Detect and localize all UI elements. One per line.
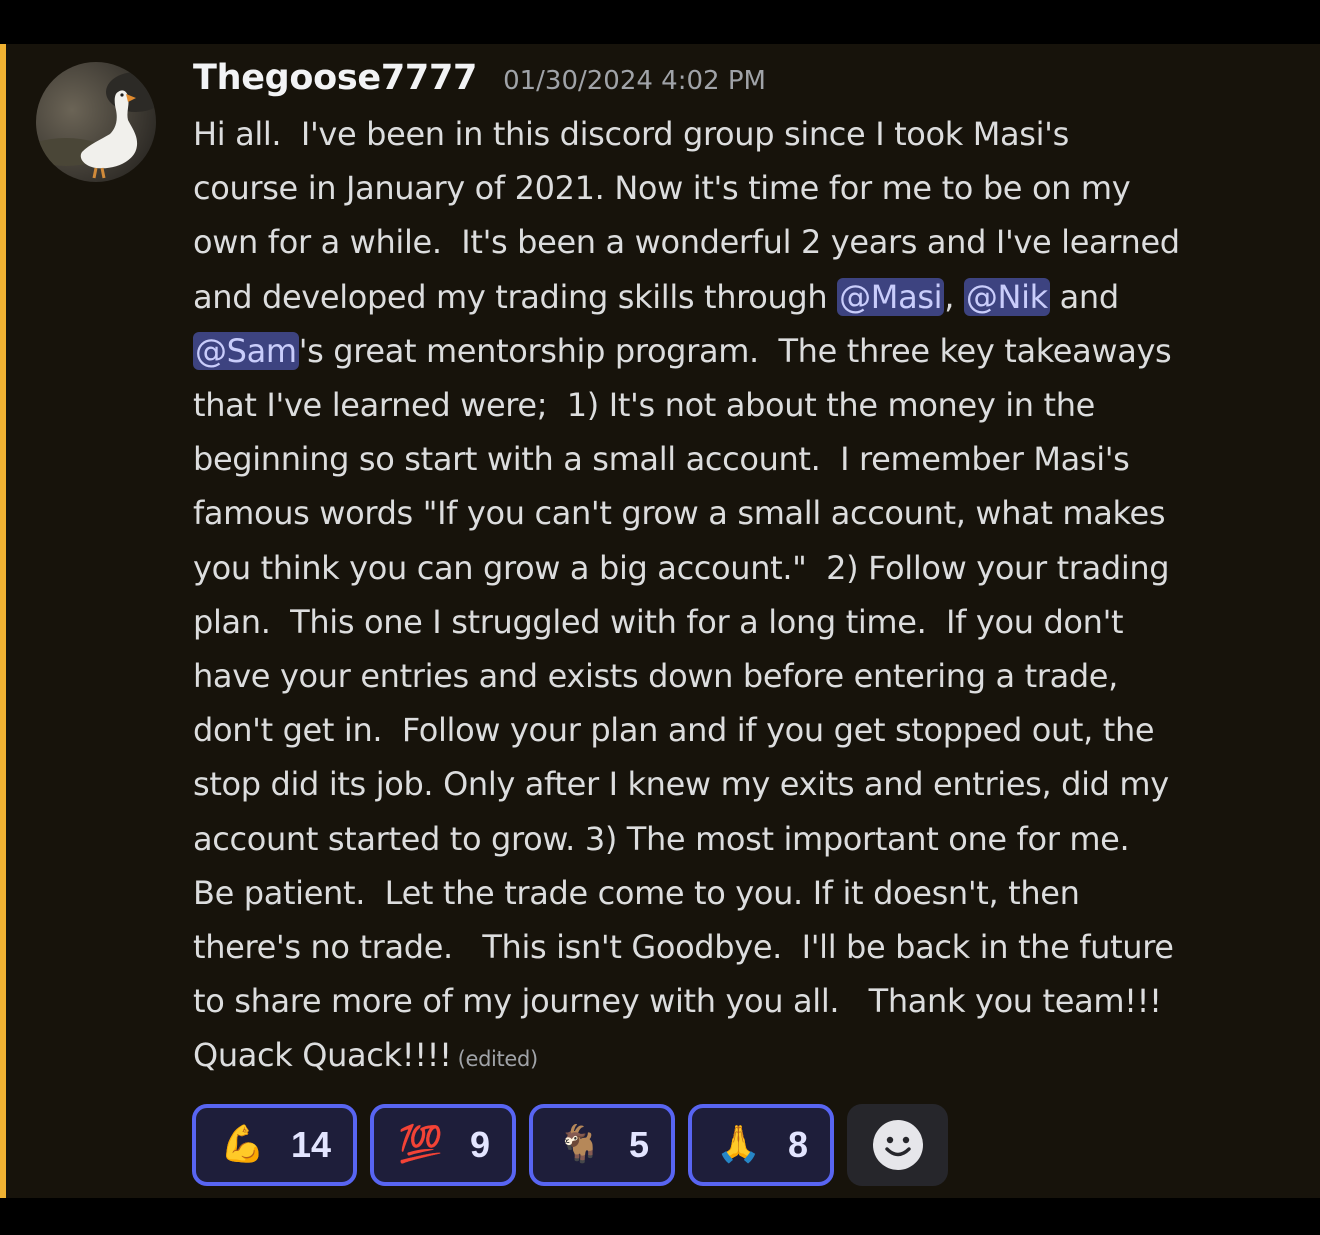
message-line: own for a while. It's been a wonderful 2… [193,223,1180,262]
message-line: and developed my trading skills through … [193,277,1119,316]
message-content: Hi all. I've been in this discord group … [193,107,1288,1087]
mention-nik[interactable]: @Nik [963,277,1050,316]
timestamp: 01/30/2024 4:02 PM [503,66,766,96]
mention-sam[interactable]: @Sam [193,331,299,370]
reaction-flexed-biceps[interactable]: 💪 14 [192,1104,357,1186]
message-line: there's no trade. This isn't Goodbye. I'… [193,928,1174,967]
message-line: Hi all. I've been in this discord group … [193,115,1069,153]
edited-label: (edited) [457,1047,539,1072]
add-reaction-smiley-icon [872,1120,923,1170]
reaction-count: 5 [628,1124,649,1165]
message-line: plan. This one I struggled with for a lo… [193,602,1124,641]
folded-hands-icon: 🙏 [716,1124,761,1165]
message-line: stop did its job. Only after I knew my e… [193,765,1169,804]
message-line: to share more of my journey with you all… [193,982,1162,1021]
reactions-bar: 💪 14 💯 9 🐐 5 🙏 8 [192,1104,948,1186]
message-line: beginning so start with a small account.… [193,440,1130,479]
message-line: famous words "If you can't grow a small … [193,494,1166,533]
mention-masi[interactable]: @Masi [837,277,945,316]
reaction-folded-hands[interactable]: 🙏 8 [688,1104,834,1186]
message-line: you think you can grow a big account." 2… [193,548,1170,587]
message-line: Quack Quack!!!! (edited) [193,1036,539,1075]
message-line: Be patient. Let the trade come to you. I… [193,873,1080,912]
username[interactable]: Thegoose7777 [193,58,477,98]
flexed-biceps-icon: 💪 [220,1124,265,1165]
message-card: Thegoose7777 01/30/2024 4:02 PM Hi all. … [0,44,1320,1198]
message-line: have your entries and exists down before… [193,657,1118,696]
hundred-points-icon: 💯 [398,1124,443,1165]
goat-icon: 🐐 [557,1124,602,1165]
highlight-bar [0,44,6,1198]
message-line: course in January of 2021. Now it's time… [193,169,1131,208]
reaction-count: 9 [469,1124,490,1165]
reaction-hundred-points[interactable]: 💯 9 [370,1104,516,1186]
message-line: account started to grow. 3) The most imp… [193,819,1130,858]
message-header: Thegoose7777 01/30/2024 4:02 PM [193,58,766,102]
add-reaction-button[interactable] [847,1104,948,1186]
reaction-count: 8 [787,1124,808,1165]
goose-avatar[interactable] [36,62,156,182]
reaction-count: 14 [290,1124,331,1165]
message-line: don't get in. Follow your plan and if yo… [193,711,1155,750]
message-line: that I've learned were; 1) It's not abou… [193,386,1095,425]
reaction-goat[interactable]: 🐐 5 [529,1104,675,1186]
message-line: @Sam's great mentorship program. The thr… [193,331,1172,370]
